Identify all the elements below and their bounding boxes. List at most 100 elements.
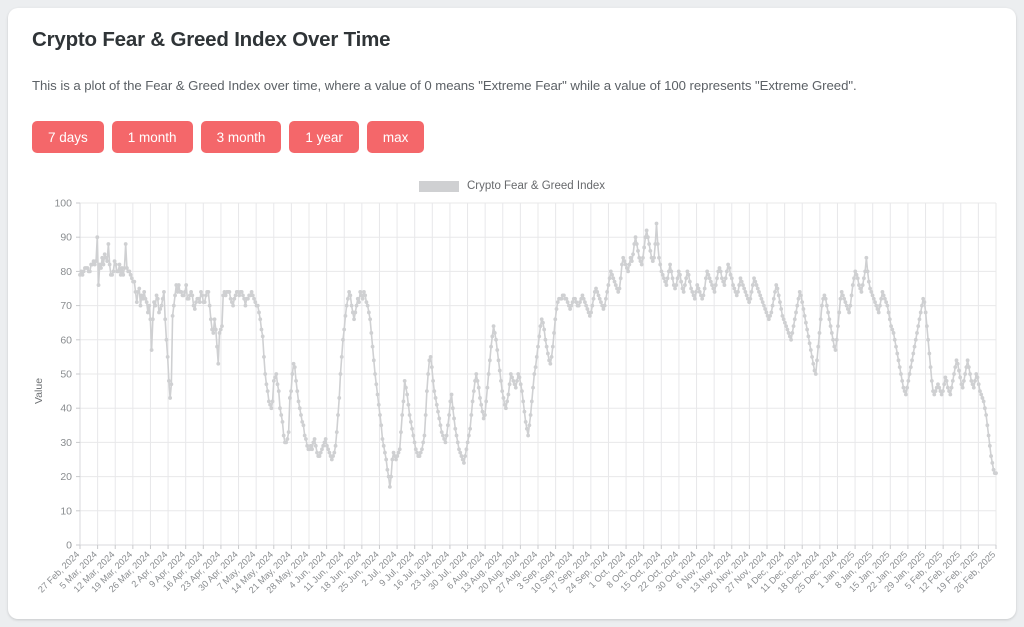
data-point — [831, 337, 835, 342]
data-point — [537, 334, 542, 339]
data-point — [766, 317, 771, 322]
data-point — [797, 290, 802, 294]
data-point — [542, 327, 547, 332]
data-point — [255, 303, 260, 308]
data-point — [152, 300, 156, 305]
data-point — [829, 331, 834, 335]
data-point — [508, 372, 513, 376]
data-point — [154, 293, 159, 298]
data-point — [681, 290, 686, 294]
data-point — [365, 303, 370, 308]
range-button-3-month[interactable]: 3 month — [200, 121, 282, 153]
data-point — [865, 269, 870, 274]
data-point — [212, 317, 217, 322]
data-point — [453, 426, 458, 431]
data-point — [475, 378, 480, 383]
data-point — [957, 368, 961, 373]
data-point — [805, 327, 810, 332]
data-point — [347, 290, 352, 294]
data-point — [855, 276, 860, 281]
range-button-group: 7 days 1 month 3 month 1 year max — [32, 121, 425, 153]
data-point — [905, 385, 910, 390]
data-point — [585, 307, 590, 311]
data-point — [631, 252, 635, 257]
data-point — [436, 409, 440, 414]
data-point — [637, 255, 642, 260]
data-point — [760, 300, 765, 305]
data-point — [252, 296, 256, 301]
data-point — [801, 307, 806, 311]
data-point — [569, 303, 574, 308]
data-point — [297, 406, 302, 411]
data-point — [97, 262, 102, 267]
data-point — [280, 419, 285, 424]
data-point — [374, 382, 379, 387]
data-point — [164, 337, 169, 342]
data-point — [407, 413, 412, 417]
grid-lines — [79, 202, 997, 546]
data-point — [197, 300, 202, 305]
data-point — [811, 361, 816, 366]
data-point — [136, 290, 140, 294]
data-point — [743, 290, 748, 294]
data-point — [626, 269, 631, 274]
data-point — [823, 296, 828, 301]
data-point — [413, 447, 418, 452]
data-point — [762, 303, 766, 308]
data-point — [457, 447, 461, 452]
data-point — [694, 290, 698, 294]
data-point — [852, 276, 856, 281]
data-point — [260, 334, 265, 339]
data-point — [795, 303, 800, 308]
data-point — [387, 484, 392, 489]
data-point — [523, 419, 528, 424]
data-point — [359, 293, 364, 298]
data-point — [691, 293, 696, 298]
range-button-1-year[interactable]: 1 year — [289, 121, 359, 153]
data-point — [989, 454, 993, 458]
data-point — [422, 433, 427, 438]
data-point — [208, 317, 213, 322]
data-point — [123, 242, 128, 246]
data-point — [295, 389, 300, 393]
range-button-7-days[interactable]: 7 days — [32, 121, 104, 153]
data-point — [869, 290, 874, 294]
data-point — [258, 317, 263, 322]
data-point — [368, 317, 373, 322]
data-point — [494, 337, 498, 342]
data-point — [597, 296, 602, 301]
data-point — [371, 358, 376, 363]
data-point — [266, 399, 271, 404]
data-point — [470, 399, 475, 404]
range-button-1-month[interactable]: 1 month — [111, 121, 193, 153]
data-point — [85, 266, 90, 270]
data-point — [199, 290, 203, 294]
data-point — [165, 355, 170, 359]
data-point — [944, 378, 949, 383]
data-point — [968, 372, 972, 376]
data-point — [510, 375, 514, 380]
data-point — [882, 296, 887, 301]
data-point — [773, 290, 777, 294]
data-point — [531, 385, 535, 390]
data-point — [138, 303, 143, 308]
data-point — [110, 272, 114, 277]
data-point — [533, 365, 538, 370]
data-point — [815, 358, 819, 363]
range-button-max[interactable]: max — [366, 121, 425, 153]
data-point — [273, 375, 277, 380]
data-point — [376, 402, 381, 407]
data-point — [196, 296, 201, 301]
data-point — [763, 307, 768, 311]
data-point — [828, 324, 833, 329]
data-point — [552, 331, 556, 335]
data-point — [80, 272, 85, 277]
data-point — [966, 365, 971, 370]
data-point — [176, 283, 181, 287]
data-point — [312, 437, 317, 441]
line-chart-svg[interactable]: 0 10 20 30 40 50 60 70 80 90 100 27 Feb, 20245 Mar… — [24, 176, 1000, 612]
data-point — [308, 443, 313, 448]
data-point — [220, 324, 224, 329]
data-point — [341, 337, 345, 342]
data-point — [517, 375, 522, 380]
